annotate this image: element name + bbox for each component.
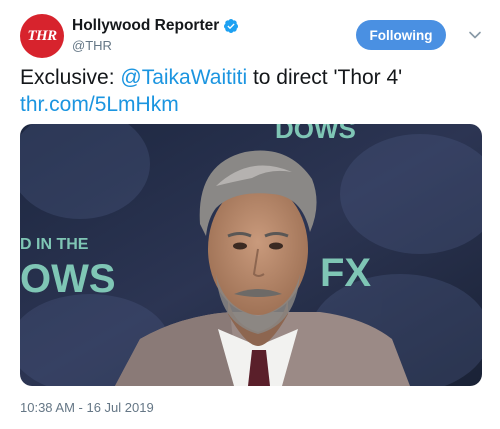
article-link[interactable]: thr.com/5LmHkm: [20, 93, 179, 116]
tweet-text-prefix: Exclusive:: [20, 66, 121, 89]
backdrop-text-top: DOWS: [275, 124, 356, 144]
verified-badge-icon: [224, 19, 239, 33]
tweet-text: Exclusive: @TaikaWaititi to direct 'Thor…: [20, 64, 480, 118]
mention-link[interactable]: @TaikaWaititi: [120, 66, 247, 89]
avatar[interactable]: THR: [20, 14, 64, 58]
backdrop-text-left-1: D IN THE: [20, 236, 89, 253]
tweet-text-suffix: to direct 'Thor 4': [247, 66, 403, 89]
tweet-header: THR Hollywood Reporter @THR Following: [20, 14, 482, 58]
account-handle[interactable]: @THR: [72, 38, 239, 53]
following-button[interactable]: Following: [356, 20, 446, 50]
account-info: Hollywood Reporter @THR: [72, 17, 239, 53]
photo-image: DOWS D IN THE OWS FX: [20, 124, 482, 386]
backdrop-text-left-2: OWS: [20, 257, 116, 301]
display-name-row[interactable]: Hollywood Reporter: [72, 17, 239, 35]
tweet-timestamp[interactable]: 10:38 AM - 16 Jul 2019: [20, 400, 154, 415]
tweet-photo[interactable]: DOWS D IN THE OWS FX: [20, 124, 482, 386]
display-name[interactable]: Hollywood Reporter: [72, 17, 219, 35]
fx-logo: FX: [320, 251, 371, 295]
chevron-down-icon[interactable]: [468, 28, 482, 42]
avatar-logo-text: THR: [27, 27, 57, 44]
